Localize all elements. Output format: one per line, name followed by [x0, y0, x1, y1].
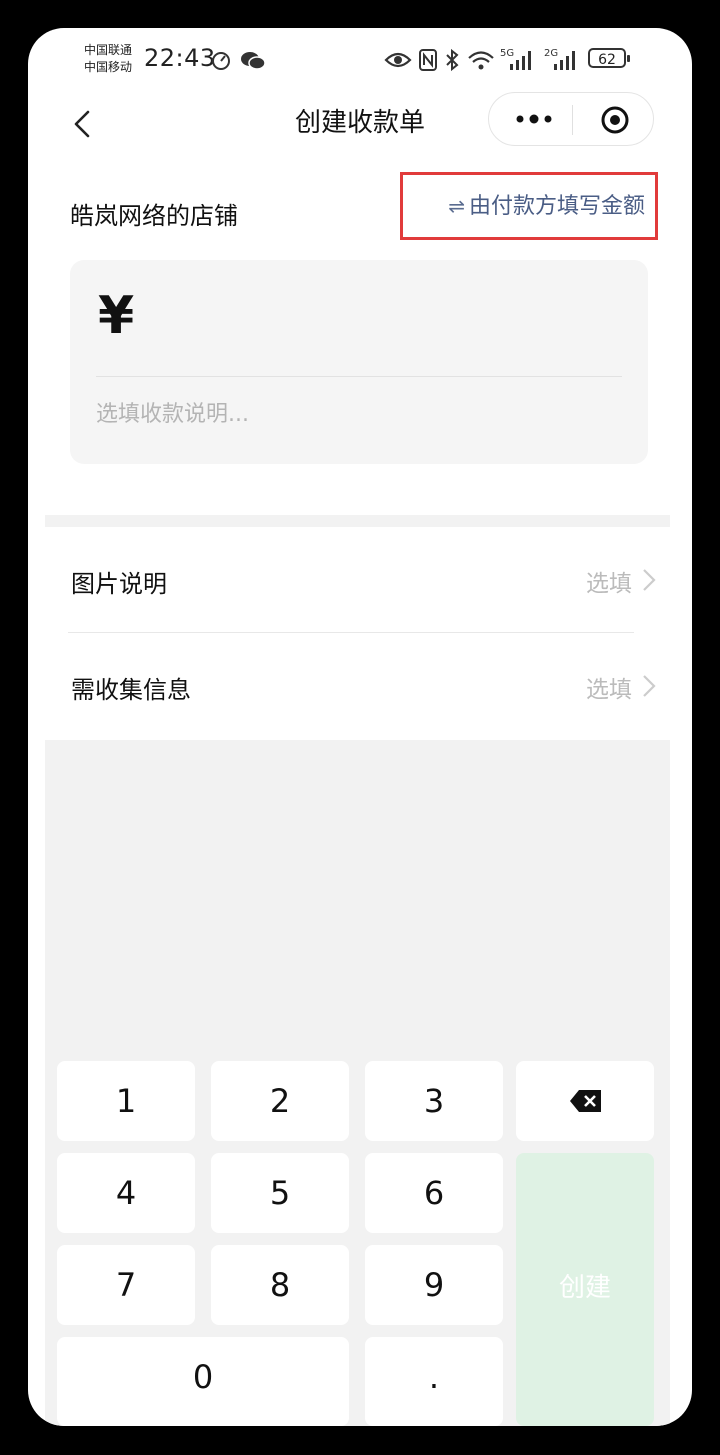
- status-bar: 中国联通 中国移动 22:43 5G 2G 62: [28, 28, 692, 92]
- payer-fills-amount-toggle[interactable]: ⇌ 由付款方填写金额: [400, 172, 658, 240]
- signal-5g-icon: 5G: [500, 48, 531, 70]
- toggle-label: 由付款方填写金额: [468, 194, 645, 219]
- wechat-icon: [241, 52, 266, 70]
- status-time: 22:43: [144, 44, 216, 72]
- key-5[interactable]: 5: [211, 1153, 349, 1233]
- create-button[interactable]: 创建: [516, 1153, 654, 1426]
- key-7[interactable]: 7: [57, 1245, 195, 1325]
- miniprogram-capsule: [488, 92, 654, 146]
- bluetooth-icon: [446, 48, 459, 72]
- image-description-row[interactable]: 图片说明 选填: [45, 528, 670, 632]
- amount-divider: [96, 376, 622, 377]
- key-3[interactable]: 3: [365, 1061, 503, 1141]
- key-dot[interactable]: .: [365, 1337, 503, 1426]
- key-0[interactable]: 0: [57, 1337, 349, 1426]
- key-2[interactable]: 2: [211, 1061, 349, 1141]
- speed-icon: [212, 52, 230, 70]
- description-input[interactable]: 选填收款说明...: [96, 396, 249, 428]
- backspace-key[interactable]: [516, 1061, 654, 1141]
- eye-icon: [384, 52, 412, 68]
- key-9[interactable]: 9: [365, 1245, 503, 1325]
- carrier-1: 中国联通: [84, 43, 133, 57]
- close-miniprogram-icon[interactable]: [599, 104, 631, 136]
- backspace-icon: [570, 1090, 601, 1112]
- svg-text:2G: 2G: [544, 48, 558, 59]
- row-label: 图片说明: [71, 570, 167, 598]
- capsule-divider: [572, 105, 573, 135]
- row-value: 选填: [586, 677, 632, 703]
- amount-card: ¥ 选填收款说明...: [70, 260, 648, 464]
- svg-text:5G: 5G: [500, 48, 514, 59]
- carrier-labels: 中国联通 中国移动: [84, 42, 132, 76]
- swap-icon: ⇌: [448, 194, 465, 218]
- row-divider: [68, 632, 634, 633]
- collect-info-row[interactable]: 需收集信息 选填: [45, 634, 670, 738]
- wifi-icon: [468, 51, 494, 70]
- shop-name: 皓岚网络的店铺: [70, 202, 238, 230]
- key-8[interactable]: 8: [211, 1245, 349, 1325]
- row-value: 选填: [586, 571, 632, 597]
- chevron-right-icon: [643, 675, 656, 697]
- phone-screen: 中国联通 中国移动 22:43 5G 2G 62 创建收款单 皓岚网络的店铺 ⇌…: [28, 28, 692, 1426]
- more-dots-icon[interactable]: [513, 107, 555, 131]
- battery-indicator: 62: [588, 48, 630, 68]
- nav-bar: 创建收款单: [28, 92, 692, 172]
- signal-2g-icon: 2G: [544, 48, 575, 70]
- currency-symbol: ¥: [98, 286, 135, 346]
- key-4[interactable]: 4: [57, 1153, 195, 1233]
- chevron-right-icon: [643, 569, 656, 591]
- key-1[interactable]: 1: [57, 1061, 195, 1141]
- carrier-2: 中国移动: [84, 60, 133, 74]
- row-label: 需收集信息: [71, 676, 191, 704]
- nfc-icon: [419, 49, 437, 71]
- key-6[interactable]: 6: [365, 1153, 503, 1233]
- section-separator: [45, 515, 670, 527]
